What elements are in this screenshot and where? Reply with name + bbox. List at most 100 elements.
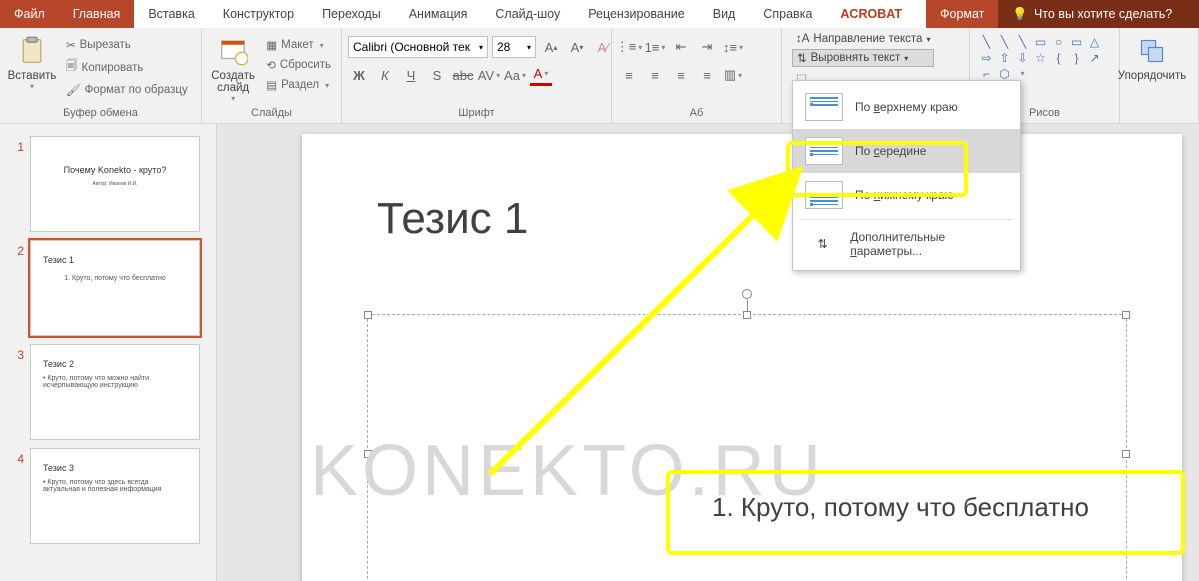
shapes-gallery[interactable]: ╲ ╲ ╲ ▭ ○ ▭ △ ⇨ ⇧ ⇩ ☆ { } ↗ ⌐ ⬡ ▾	[976, 32, 1106, 83]
arrange-button[interactable]: Упорядочить	[1126, 32, 1178, 82]
thumbnail-3[interactable]: 3 Тезис 2• Круто, потому что можно найти…	[0, 340, 216, 444]
align-text-dropdown: По верхнему краю По середине По нижнему …	[792, 80, 1021, 271]
separator	[801, 219, 1012, 220]
more-options-item[interactable]: ⇅ Дополнительные параметры...	[793, 222, 1020, 266]
rect-shape-icon[interactable]: ▭	[1032, 34, 1049, 49]
align-right-button[interactable]: ≡	[670, 64, 692, 86]
tab-acrobat[interactable]: ACROBAT	[826, 0, 916, 28]
rotate-handle[interactable]	[742, 289, 752, 299]
font-select[interactable]: Calibri (Основной тек▾	[348, 36, 488, 58]
new-slide-icon	[216, 34, 250, 68]
tab-home[interactable]: Главная	[59, 0, 135, 28]
arrow-shape-icon[interactable]: ↗	[1086, 50, 1103, 65]
tab-insert[interactable]: Вставка	[134, 0, 208, 28]
hexagon-shape-icon[interactable]: ⬡	[996, 66, 1013, 81]
line-shape-icon[interactable]: ╲	[996, 34, 1013, 49]
brace-shape-icon[interactable]: {	[1050, 50, 1067, 65]
shadow-button[interactable]: S	[426, 64, 448, 86]
arrow-shape-icon[interactable]: ⇨	[978, 50, 995, 65]
star-shape-icon[interactable]: ☆	[1032, 50, 1049, 65]
indent-inc-button[interactable]: ⇥	[696, 36, 718, 58]
tab-animation[interactable]: Анимация	[395, 0, 482, 28]
layout-button[interactable]: ▦Макет	[262, 36, 335, 54]
copy-icon: 🗐	[66, 58, 78, 77]
underline-button[interactable]: Ч	[400, 64, 422, 86]
copy-button[interactable]: 🗐Копировать	[62, 56, 192, 79]
line-shape-icon[interactable]: ╲	[1014, 34, 1031, 49]
reset-button[interactable]: ⟲Сбросить	[262, 56, 335, 74]
text-direction-button[interactable]: ↕AНаправление текста▾	[792, 32, 934, 46]
paste-icon	[15, 34, 49, 68]
tab-view[interactable]: Вид	[699, 0, 750, 28]
oval-shape-icon[interactable]: ○	[1050, 34, 1067, 49]
slide-title[interactable]: Тезис 1	[377, 194, 528, 244]
italic-button[interactable]: К	[374, 64, 396, 86]
align-text-icon: ⇅	[797, 51, 807, 65]
align-bottom-item[interactable]: По нижнему краю	[793, 173, 1020, 217]
line-shape-icon[interactable]: ╲	[978, 34, 995, 49]
arrange-icon	[1135, 34, 1169, 68]
resize-handle[interactable]	[743, 311, 751, 319]
ribbon-tabs: Файл Главная Вставка Конструктор Переход…	[0, 0, 1199, 28]
brace-shape-icon[interactable]: }	[1068, 50, 1085, 65]
grow-font-button[interactable]: A▴	[540, 36, 562, 58]
text-direction-icon: ↕A	[796, 33, 809, 45]
thumbnail-pane[interactable]: 1 Почему Konekto - круто?Автор: Иванов И…	[0, 124, 217, 581]
columns-button[interactable]: ▥	[722, 64, 744, 86]
case-button[interactable]: Aa	[504, 64, 526, 86]
resize-handle[interactable]	[364, 311, 372, 319]
more-options-icon: ⇅	[805, 237, 840, 251]
connector-shape-icon[interactable]: ⌐	[978, 66, 995, 81]
font-color-button[interactable]: A	[530, 64, 552, 86]
align-text-button[interactable]: ⇅Выровнять текст▾	[792, 49, 934, 67]
new-slide-button[interactable]: Создать слайд ▾	[208, 32, 258, 103]
tab-slideshow[interactable]: Слайд-шоу	[481, 0, 574, 28]
font-size-select[interactable]: 28▾	[492, 36, 536, 58]
align-top-item[interactable]: По верхнему краю	[793, 85, 1020, 129]
strike-button[interactable]: abc	[452, 64, 474, 86]
thumbnail-4[interactable]: 4 Тезис 3• Круто, потому что здесь всегд…	[0, 444, 216, 548]
chevron-down-icon: ▾	[479, 43, 483, 52]
reset-icon: ⟲	[266, 58, 276, 72]
arrow-shape-icon[interactable]: ⇧	[996, 50, 1013, 65]
thumbnail-2[interactable]: 2 Тезис 11. Круто, потому что бесплатно	[0, 236, 216, 340]
justify-button[interactable]: ≡	[696, 64, 718, 86]
chevron-down-icon: ▾	[527, 43, 531, 52]
tab-file[interactable]: Файл	[0, 0, 59, 28]
line-spacing-button[interactable]: ↕≡	[722, 36, 744, 58]
clear-format-button[interactable]: A⁄	[592, 36, 614, 58]
group-font-label: Шрифт	[348, 105, 605, 121]
tab-transitions[interactable]: Переходы	[308, 0, 395, 28]
tab-design[interactable]: Конструктор	[209, 0, 308, 28]
align-left-button[interactable]: ≡	[618, 64, 640, 86]
numbering-button[interactable]: 1≡	[644, 36, 666, 58]
resize-handle[interactable]	[1122, 311, 1130, 319]
slide-bullet-text[interactable]: 1. Круто, потому что бесплатно	[712, 492, 1089, 523]
align-center-button[interactable]: ≡	[644, 64, 666, 86]
shrink-font-button[interactable]: A▾	[566, 36, 588, 58]
tab-format[interactable]: Формат	[926, 0, 998, 28]
tab-help[interactable]: Справка	[749, 0, 826, 28]
arrow-shape-icon[interactable]: ⇩	[1014, 50, 1031, 65]
tab-review[interactable]: Рецензирование	[574, 0, 699, 28]
bold-button[interactable]: Ж	[348, 64, 370, 86]
triangle-shape-icon[interactable]: △	[1086, 34, 1103, 49]
align-middle-item[interactable]: По середине	[793, 129, 1020, 173]
chevron-down-icon: ▾	[926, 35, 930, 44]
spacing-button[interactable]: AV	[478, 64, 500, 86]
bullets-button[interactable]: ⋮≡	[618, 36, 640, 58]
indent-dec-button[interactable]: ⇤	[670, 36, 692, 58]
thumbnail-1[interactable]: 1 Почему Konekto - круто?Автор: Иванов И…	[0, 132, 216, 236]
rect-shape-icon[interactable]: ▭	[1068, 34, 1085, 49]
resize-handle[interactable]	[1122, 450, 1130, 458]
chevron-down-icon[interactable]: ▾	[1014, 66, 1031, 81]
scissors-icon: ✂	[66, 38, 76, 52]
tell-me[interactable]: 💡 Что вы хотите сделать?	[998, 0, 1199, 28]
tell-me-label: Что вы хотите сделать?	[1034, 7, 1172, 21]
format-painter-button[interactable]: 🖌Формат по образцу	[62, 81, 192, 99]
cut-button[interactable]: ✂Вырезать	[62, 36, 192, 54]
paste-button[interactable]: Вставить ▾	[6, 32, 58, 91]
chevron-down-icon: ▾	[30, 82, 34, 91]
group-clipboard-label: Буфер обмена	[6, 105, 195, 121]
section-button[interactable]: ▤Раздел	[262, 76, 335, 94]
